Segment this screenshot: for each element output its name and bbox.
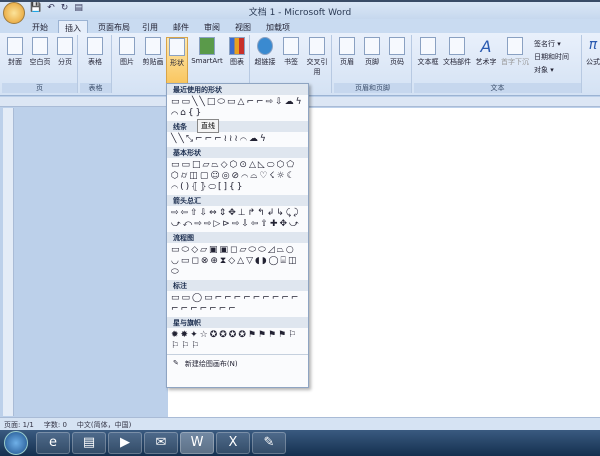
bookmark-button[interactable]: 书签 xyxy=(278,37,304,67)
footer-button[interactable]: 页脚 xyxy=(359,37,385,67)
group-text: 文本框 文档部件 A 艺术字 首字下沉 签名行 ▾ 日期和时间 对象 ▾ 文本 xyxy=(414,35,582,93)
table-button[interactable]: 表格 xyxy=(82,37,108,67)
explorer-icon[interactable]: ▤ xyxy=(72,432,106,454)
section-flowchart: 流程图 xyxy=(167,232,308,243)
cover-page-button[interactable]: 封面 xyxy=(2,37,28,67)
tab-addins[interactable]: 加载项 xyxy=(260,20,296,33)
window-title: 文档 1 - Microsoft Word xyxy=(248,8,352,18)
hyperlink-button[interactable]: 超链接 xyxy=(252,37,278,67)
undo-icon[interactable]: ↶ xyxy=(47,3,55,13)
equation-button[interactable]: π 公式 xyxy=(584,37,600,67)
section-callouts: 标注 xyxy=(167,280,308,291)
picture-button[interactable]: 图片 xyxy=(114,37,140,67)
print-preview-icon[interactable]: ▤ xyxy=(74,3,83,13)
tab-references[interactable]: 引用 xyxy=(136,20,164,33)
vertical-ruler[interactable] xyxy=(3,108,14,416)
shape-gallery-recent[interactable]: ▭▭╲╲□⬭▭△⌐⌐⇨⇩☁ϟ⌒⌂{} xyxy=(167,95,308,121)
blank-page-button[interactable]: 空白页 xyxy=(27,37,53,67)
outlook-icon[interactable]: ✉ xyxy=(144,432,178,454)
section-stars: 星与旗帜 xyxy=(167,317,308,328)
object-button[interactable]: 对象 ▾ xyxy=(534,65,554,75)
shapes-button[interactable]: 形状 xyxy=(166,37,188,87)
word-count[interactable]: 字数: 0 xyxy=(44,420,67,429)
textbox-button[interactable]: 文本框 xyxy=(414,37,442,67)
title-bar: 文档 1 - Microsoft Word xyxy=(0,0,600,19)
office-button[interactable] xyxy=(3,2,25,24)
cross-reference-button[interactable]: 交叉引用 xyxy=(304,37,330,77)
group-pages: 封面 空白页 分页 页 xyxy=(2,35,78,93)
group-label: 页眉和页脚 xyxy=(334,83,411,93)
section-arrows: 箭头总汇 xyxy=(167,195,308,206)
section-recent: 最近使用的形状 xyxy=(167,84,308,95)
excel-icon[interactable]: X xyxy=(216,432,250,454)
ribbon-tabs: 开始 插入 页面布局 引用 邮件 审阅 视图 加载项 xyxy=(0,19,600,33)
shape-gallery-stars[interactable]: ✹✸✦☆✪✪✪✪⚑⚑⚑⚑⚐⚐⚐⚐ xyxy=(167,328,308,354)
group-header-footer: 页眉 页脚 页码 页眉和页脚 xyxy=(334,35,412,93)
shape-gallery-lines[interactable]: ╲╲⤡⌐⌐⌐≀≀≀⌒☁ϟ xyxy=(167,132,308,147)
tab-review[interactable]: 审阅 xyxy=(198,20,226,33)
date-time-button[interactable]: 日期和时间 xyxy=(534,52,569,62)
tab-insert[interactable]: 插入 xyxy=(58,20,88,33)
tab-mailings[interactable]: 邮件 xyxy=(167,20,195,33)
section-lines: 线条 xyxy=(167,121,308,132)
canvas-icon: ✎ xyxy=(173,359,179,367)
tab-view[interactable]: 视图 xyxy=(229,20,257,33)
quick-access-toolbar: 💾 ↶ ↻ ▤ xyxy=(30,3,83,13)
drop-cap-button[interactable]: 首字下沉 xyxy=(500,37,530,67)
smartart-button[interactable]: SmartArt xyxy=(190,37,224,65)
group-tables: 表格 表格 xyxy=(80,35,112,93)
shape-gallery-flowchart[interactable]: ▭⬭◇▱▣▣◻▱⬭⬭◿⏢○◡▭◻⊗⊕⧗◇△▽◖◗◯⌸◫⬭ xyxy=(167,243,308,280)
word-icon[interactable]: W xyxy=(180,432,214,454)
menu-item-label: 新建绘图画布(N) xyxy=(184,360,238,368)
status-bar: 页面: 1/1 字数: 0 中文(简体，中国) xyxy=(0,417,600,430)
tab-home[interactable]: 开始 xyxy=(26,20,54,33)
page-number-button[interactable]: 页码 xyxy=(384,37,410,67)
shapes-dropdown: 最近使用的形状 ▭▭╲╲□⬭▭△⌐⌐⇨⇩☁ϟ⌒⌂{} 线条 ╲╲⤡⌐⌐⌐≀≀≀⌒… xyxy=(166,83,309,388)
signature-line-button[interactable]: 签名行 ▾ xyxy=(534,39,561,49)
page-count[interactable]: 页面: 1/1 xyxy=(4,420,34,429)
save-icon[interactable]: 💾 xyxy=(30,3,41,13)
start-button[interactable] xyxy=(4,431,28,455)
group-symbols: π 公式 xyxy=(584,35,600,93)
tooltip: 直线 xyxy=(197,119,219,133)
paint-icon[interactable]: ✎ xyxy=(252,432,286,454)
group-label: 文本 xyxy=(414,83,581,93)
redo-icon[interactable]: ↻ xyxy=(61,3,69,13)
shape-gallery-callouts[interactable]: ▭▭◯▭⌐⌐⌐⌐⌐⌐⌐⌐⌐⌐⌐⌐⌐⌐⌐⌐ xyxy=(167,291,308,317)
chart-button[interactable]: 图表 xyxy=(224,37,250,67)
page-break-button[interactable]: 分页 xyxy=(52,37,78,67)
header-button[interactable]: 页眉 xyxy=(334,37,360,67)
shape-gallery-arrows[interactable]: ⇨⇦⇧⇩⇔⇕✥⊥↱↰↲↳⤹⤸⤻⤺⇨⇨▷⊳⇨⇩⇦⇧✚✥⤻ xyxy=(167,206,308,232)
shape-gallery-basic[interactable]: ▭▭□▱⏢◇⬡⊙△◺⬭⬡⬠⬡⌭◫▢☺◎⊘⌒⌓♡☇☼☾⌒()⦃⦄⬭[]{} xyxy=(167,158,308,195)
ie-icon[interactable]: e xyxy=(36,432,70,454)
language[interactable]: 中文(简体，中国) xyxy=(77,420,131,429)
wordart-button[interactable]: A 艺术字 xyxy=(472,37,500,67)
group-label: 表格 xyxy=(80,83,111,93)
clipart-button[interactable]: 剪贴画 xyxy=(140,37,166,67)
section-basic: 基本形状 xyxy=(167,147,308,158)
taskbar: e ▤ ▶ ✉ W X ✎ xyxy=(0,430,600,456)
tab-page-layout[interactable]: 页面布局 xyxy=(92,20,136,33)
group-label: 页 xyxy=(2,83,77,93)
media-player-icon[interactable]: ▶ xyxy=(108,432,142,454)
new-drawing-canvas-item[interactable]: ✎ 新建绘图画布(N) xyxy=(167,354,308,373)
quick-parts-button[interactable]: 文档部件 xyxy=(442,37,472,67)
